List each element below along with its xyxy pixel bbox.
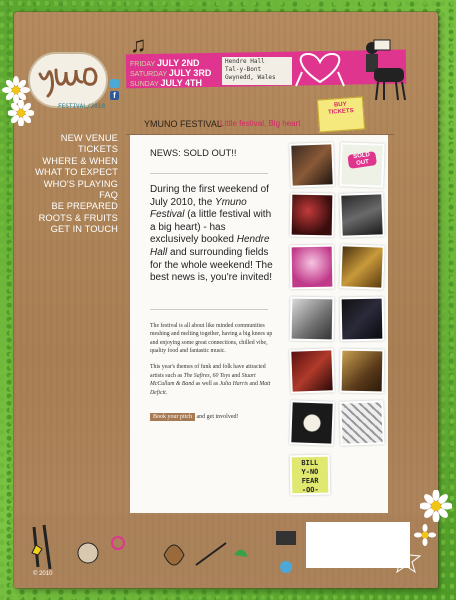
photo-singer-pink[interactable] [289,244,335,290]
divider [150,308,268,310]
news-headline: NEWS: SOLD OUT!! [150,147,237,158]
page-tagline: Little festival, Big heart [220,119,301,128]
body-text: as well as [194,381,220,388]
book-pitch-button[interactable]: Book your pitch [150,413,195,421]
nav-item-faq[interactable]: FAQ [30,190,118,201]
nav-item-roots-fruits[interactable]: ROOTS & FRUITS [30,213,118,224]
heart-hands-icon [295,52,345,87]
main-navigation: NEW VENUE TICKETS WHERE & WHEN WHAT TO E… [30,133,118,236]
date-label: July 2nd [156,58,200,68]
daisy-flower-icon [8,100,34,126]
photo-crowd[interactable] [339,348,385,394]
ymuno-logo[interactable] [28,52,108,108]
venue-line: Gwynedd, Wales [225,74,276,81]
date-label: July 3rd [168,68,212,78]
photo-billy-no-fear[interactable]: BILL Y-NO FEAR -OO- [289,454,331,496]
day-label: FRIDAY [130,61,156,68]
centaur-illustration-icon [366,39,406,101]
photo-poster-logo[interactable] [289,400,335,446]
photo-band-performance[interactable] [289,142,335,188]
photo-stage-lights[interactable] [289,192,335,238]
facebook-icon[interactable]: f [110,91,119,100]
photo-drummer[interactable] [339,296,385,342]
nav-item-what-to-expect[interactable]: WHAT TO EXPECT [30,167,118,178]
daisy-flower-icon [414,524,436,546]
photo-sold-out-badge[interactable]: SOLD OUT [339,142,385,188]
festival-year-label: FESTIVAL/2010 [58,103,105,110]
body-text: and [230,372,242,379]
intro-paragraph: During the first weekend of July 2010, t… [150,184,274,285]
nav-item-get-in-touch[interactable]: GET IN TOUCH [30,224,118,235]
photo-guitarist[interactable] [339,192,385,238]
photo-red-stage[interactable] [289,348,335,394]
logo-mark [38,67,98,98]
main-column: NEWS: SOLD OUT!! During the first weeken… [150,147,274,423]
photo-dreadlocks-singer[interactable] [339,244,385,290]
day-label: SATURDAY [130,71,167,78]
venue-line: Tal-y-Bont [225,66,262,73]
venue-address: Hendre Hall Tal-y-Bont Gwynedd, Wales [222,57,292,85]
page-header: YMUNO FESTIVAL Little festival, Big hear… [126,108,394,135]
page-title: YMUNO FESTIVAL [144,119,222,129]
nav-item-tickets[interactable]: TICKETS [30,144,118,155]
artist-name: The Safires [183,372,210,379]
footer-notice-panel [306,522,410,568]
photo-music-collage[interactable] [339,400,385,446]
day-label: SUNDAY [130,81,159,88]
twitter-icon[interactable] [110,79,119,88]
billy-no-fear-poster: BILL Y-NO FEAR -OO- [291,456,329,495]
copyright-year: © 2010 [33,571,53,577]
body-paragraph: The festival is all about like minded co… [150,322,273,354]
body-paragraph: This year's themes of funk and folk have… [150,363,274,397]
intro-text: and surrounding fields for the whole wee… [150,246,273,284]
body-text: and [248,381,260,388]
date-label: July 4th [160,78,203,88]
pitch-followup-text: and get involved! [195,414,239,420]
poster-line: -OO- [301,485,319,495]
artist-name: Julia Harris [219,381,249,388]
daisy-flower-icon [420,490,452,522]
intro-text: During the first weekend of July 2010, t… [150,184,269,208]
artist-name: 60 Toys [212,372,231,379]
content-panel: NEWS: SOLD OUT!! During the first weeken… [130,135,388,513]
divider [150,173,268,174]
photo-portrait-man[interactable] [289,296,335,342]
festival-dates: FRIDAY July 2nd SATURDAY July 3rd SUNDAY… [130,59,211,89]
nav-item-be-prepared[interactable]: BE PREPARED [30,201,118,212]
venue-line: Hendre Hall [225,58,265,65]
nav-item-new-venue[interactable]: NEW VENUE [30,133,118,144]
nav-item-where-when[interactable]: WHERE & WHEN [30,156,118,167]
body-text: . [165,389,168,396]
nav-item-whos-playing[interactable]: WHO'S PLAYING [30,179,118,190]
